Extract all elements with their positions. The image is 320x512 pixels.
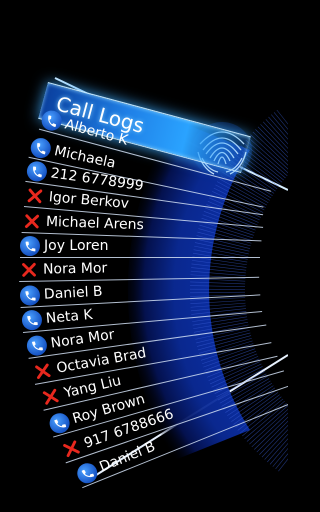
missed-call-x-icon (39, 385, 63, 409)
arc-tick (261, 429, 288, 458)
arc-tick (275, 453, 288, 470)
arc-tick (264, 433, 288, 460)
missed-call-x-icon (31, 360, 54, 383)
phone-icon (21, 309, 43, 331)
call-log-name: Joy Loren (44, 238, 109, 254)
call-log-name: Neta K (45, 306, 94, 327)
call-log-name: Nora Mor (42, 260, 108, 278)
missed-call-x-icon (22, 211, 43, 232)
phone-icon (20, 236, 40, 256)
arc-tick (272, 447, 288, 467)
arc-tick (262, 121, 288, 149)
call-log-name: Daniel B (43, 283, 103, 303)
phone-icon (39, 108, 64, 133)
phone-icon (25, 334, 49, 357)
phone-icon (28, 136, 53, 160)
call-log-screen: Call Logs Alberto K Michaela 212 6778999 Ig… (0, 0, 288, 512)
missed-call-x-icon (19, 260, 39, 280)
call-log-name: Michael Arens (45, 213, 145, 234)
call-log-name: Igor Berkov (48, 189, 130, 213)
arc-tick (273, 112, 288, 130)
missed-call-x-icon (24, 185, 46, 207)
phone-icon (25, 160, 49, 183)
phone-icon (19, 284, 41, 306)
phone-icon (47, 410, 72, 436)
